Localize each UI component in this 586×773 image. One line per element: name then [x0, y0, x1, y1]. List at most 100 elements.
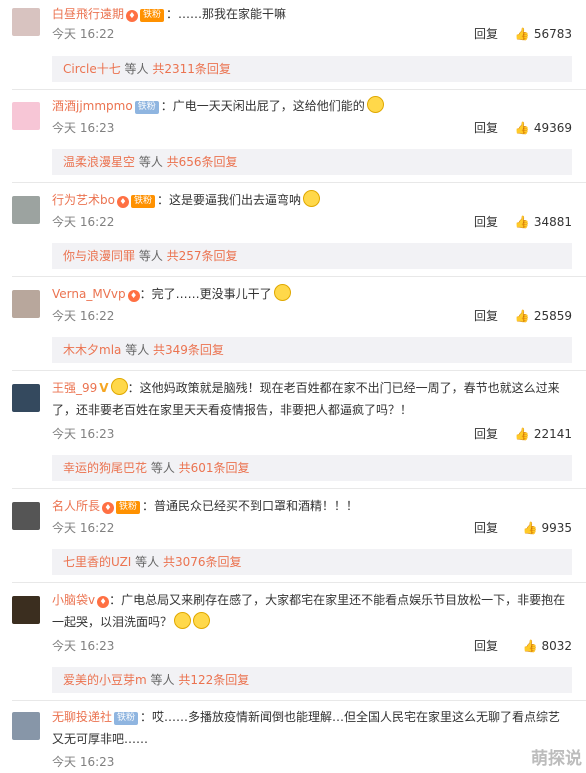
- like-count: 22141: [533, 427, 572, 441]
- reply-button[interactable]: 回复: [474, 120, 498, 136]
- reply-button[interactable]: 回复: [474, 638, 498, 654]
- comment-time: 今天 16:22: [52, 215, 115, 229]
- reply-button[interactable]: 回复: [474, 214, 498, 230]
- like-count: 34881: [533, 215, 572, 229]
- sub-reply-user[interactable]: 幸运的狗尾巴花: [63, 461, 147, 475]
- thumbs-up-icon: 👍: [522, 639, 538, 653]
- avatar[interactable]: [12, 196, 40, 224]
- reply-button[interactable]: 回复: [474, 426, 498, 442]
- sub-reply-count[interactable]: 共2311条回复: [152, 62, 231, 76]
- username[interactable]: 酒酒jjmmpmo: [52, 99, 133, 113]
- avatar[interactable]: [12, 8, 40, 36]
- sub-reply-count[interactable]: 共3076条回复: [163, 555, 242, 569]
- sub-replies-bar[interactable]: 你与浪漫同罪 等人 共257条回复: [52, 243, 572, 269]
- iron-fan-badge: 铁粉: [114, 712, 139, 725]
- username[interactable]: 无聊投递社: [52, 710, 112, 724]
- username[interactable]: 王强_99: [52, 381, 97, 395]
- reply-button[interactable]: 回复: [474, 520, 498, 536]
- emoji-icon: [366, 96, 384, 113]
- sub-reply-count[interactable]: 共349条回复: [153, 343, 224, 357]
- sub-replies-bar[interactable]: 幸运的狗尾巴花 等人 共601条回复: [52, 455, 572, 481]
- avatar[interactable]: [12, 596, 40, 624]
- comment-text: ：这他妈政策就是脑残！现在老百姓都在家不出门已经一周了，春节也就这么过来了，还非…: [52, 381, 560, 417]
- like-button[interactable]: 👍 34881: [515, 214, 572, 230]
- comment-line: 王强_99 V ：这他妈政策就是脑残！现在老百姓都在家不出门已经一周了，春节也就这么…: [52, 377, 572, 421]
- like-count: 56783: [533, 27, 572, 41]
- comment-text: ：这是要逼我们出去逼弯呐: [156, 193, 301, 207]
- like-button[interactable]: 👍 56783: [515, 26, 572, 42]
- vip-icon: ♦: [97, 596, 110, 608]
- thumbs-up-icon: 👍: [522, 521, 538, 535]
- avatar[interactable]: [12, 502, 40, 530]
- sub-replies-bar[interactable]: 木木夕mla 等人 共349条回复: [52, 337, 572, 363]
- comment-time: 今天 16:23: [52, 427, 115, 441]
- sub-reply-count[interactable]: 共656条回复: [167, 155, 238, 169]
- comment-text: ：广电一天天闲出屁了，这给他们能的: [160, 99, 365, 113]
- divider: [12, 370, 586, 371]
- reply-button[interactable]: 回复: [474, 308, 498, 324]
- like-button[interactable]: 👍 22141: [515, 426, 572, 442]
- iron-fan-badge: 铁粉: [140, 9, 165, 22]
- username[interactable]: 小脑袋v: [52, 593, 95, 607]
- avatar[interactable]: [12, 384, 40, 412]
- avatar[interactable]: [12, 102, 40, 130]
- like-button[interactable]: 👍 25859: [515, 308, 572, 324]
- divider: [12, 276, 586, 277]
- emoji-icon: [193, 612, 211, 629]
- sub-replies-bar[interactable]: 七里香的UZI 等人 共3076条回复: [52, 549, 572, 575]
- vip-icon: ♦: [126, 10, 139, 22]
- emoji-icon: [174, 612, 192, 629]
- sub-reply-count[interactable]: 共601条回复: [179, 461, 250, 475]
- sub-reply-user[interactable]: 你与浪漫同罪: [63, 249, 135, 263]
- comment-line: 无聊投递社 铁粉 ：哎……多播放疫情新闻倒也能理解…但全国人民宅在家里这么无聊了看点…: [52, 706, 572, 750]
- divider: [12, 488, 586, 489]
- reply-button[interactable]: 回复: [474, 26, 498, 42]
- comment-time: 今天 16:22: [52, 309, 115, 323]
- comment-text: ：完了……更没事儿干了: [139, 287, 272, 301]
- like-count: 49369: [533, 121, 572, 135]
- comment-time: 今天 16:22: [52, 521, 115, 535]
- comment-line: 小脑袋v ♦ ：广电总局又来刷存在感了，大家都宅在家里还不能看点娱乐节目放松一下，非…: [52, 589, 572, 633]
- comment-text: ：普通民众已经买不到口罩和酒精！！！: [142, 499, 359, 513]
- like-count: 25859: [533, 309, 572, 323]
- thumbs-up-icon: 👍: [514, 215, 530, 229]
- like-button[interactable]: 👍 9935: [523, 520, 573, 536]
- sub-reply-user[interactable]: 爱美的小豆芽m: [63, 673, 147, 687]
- comment-time: 今天 16:23: [52, 121, 115, 135]
- sub-reply-user[interactable]: 七里香的UZI: [63, 555, 131, 569]
- sub-reply-user[interactable]: 木木夕mla: [63, 343, 121, 357]
- divider: [12, 182, 586, 183]
- username[interactable]: Verna_MVvp: [52, 287, 126, 301]
- sub-replies-bar[interactable]: 爱美的小豆芽m 等人 共122条回复: [52, 667, 572, 693]
- comment-time: 今天 16:23: [52, 639, 115, 653]
- username[interactable]: 白昼飛行遠期: [52, 7, 124, 21]
- emoji-icon: [303, 190, 320, 207]
- sub-reply-user[interactable]: Circle十七: [63, 62, 121, 76]
- verified-icon: V: [99, 381, 109, 395]
- avatar[interactable]: [12, 290, 40, 318]
- sub-reply-count[interactable]: 共122条回复: [178, 673, 249, 687]
- comment-text: ：……那我在家能干嘛: [166, 7, 287, 21]
- comment-time: 今天 16:23: [52, 755, 115, 769]
- like-button[interactable]: 👍 8032: [523, 638, 573, 654]
- watermark: 萌探说: [531, 749, 582, 769]
- iron-fan-badge: 铁粉: [116, 501, 141, 514]
- avatar[interactable]: [12, 712, 40, 740]
- username[interactable]: 行为艺术bo: [52, 193, 115, 207]
- username[interactable]: 名人所長: [52, 499, 100, 513]
- like-count: 9935: [541, 521, 572, 535]
- comment-text: ：广电总局又来刷存在感了，大家都宅在家里还不能看点娱乐节目放松一下，非要抱在一起…: [52, 593, 566, 629]
- thumbs-up-icon: 👍: [514, 309, 530, 323]
- comment-line: 名人所長 ♦ 铁粉 ：普通民众已经买不到口罩和酒精！！！: [52, 494, 572, 518]
- sub-replies-bar[interactable]: Circle十七 等人 共2311条回复: [52, 56, 572, 82]
- iron-fan-badge: 铁粉: [134, 101, 159, 114]
- thumbs-up-icon: 👍: [514, 121, 530, 135]
- vip-icon: ♦: [116, 196, 129, 208]
- sub-replies-bar[interactable]: 温柔浪漫星空 等人 共656条回复: [52, 149, 572, 175]
- vip-icon: ♦: [102, 502, 115, 514]
- like-button[interactable]: 👍 49369: [515, 120, 572, 136]
- sub-reply-count[interactable]: 共257条回复: [167, 249, 238, 263]
- like-count: 8032: [541, 639, 572, 653]
- comment-line: Verna_MVvp ♦ ：完了……更没事儿干了: [52, 282, 572, 306]
- sub-reply-user[interactable]: 温柔浪漫星空: [63, 155, 135, 169]
